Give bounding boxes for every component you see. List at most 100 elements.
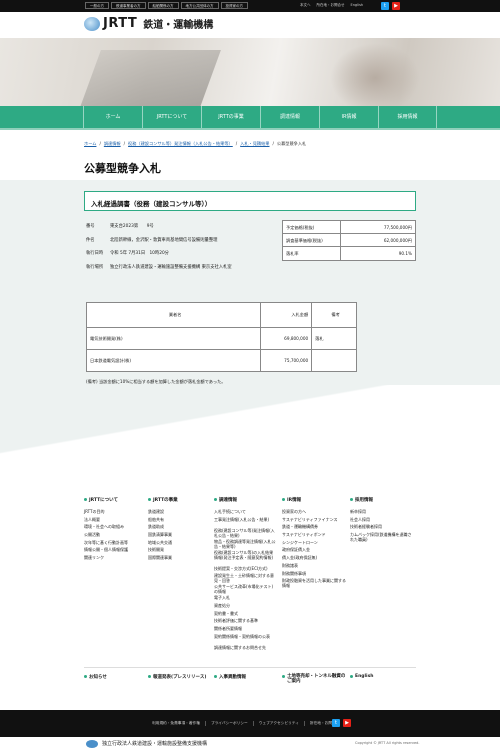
nav-stripe <box>0 128 500 130</box>
contact-link[interactable]: 所在地・お問合せ <box>317 3 345 8</box>
footer-english-link[interactable]: English <box>350 674 373 679</box>
footer-land-link[interactable]: 土地等売却・トンネル融資のご案内 <box>282 674 346 684</box>
top-utility-bar: 一般の方 鉄道事業者の方 船舶関係の方 地方公共団体の方 投資家の方 本文へ 所… <box>0 0 500 12</box>
footer-personnel-link[interactable]: 入事異動情報 <box>214 674 246 680</box>
privacy-link[interactable]: プライバシーポリシー <box>204 721 253 726</box>
footer-link[interactable]: 役務(建設コンサル等)発注情報(入札公告・結果) <box>214 528 276 539</box>
page-title: 公募型競争入札 <box>84 162 161 175</box>
footer-press-link[interactable]: 報道発表(プレスリリース) <box>148 674 206 680</box>
footer-col-title[interactable]: 採用情報 <box>350 497 414 503</box>
footer-link[interactable]: 新卒採用 <box>350 509 414 517</box>
price-value: 90.1% <box>398 251 412 256</box>
accessibility-link[interactable]: ウェブアクセシビリティ <box>252 721 304 726</box>
nav-about[interactable]: JRTTについて <box>142 106 201 128</box>
nav-procurement[interactable]: 調達情報 <box>260 106 319 128</box>
audience-link[interactable]: 地方公共団体の方 <box>180 2 219 9</box>
footer-divider <box>84 667 416 668</box>
footer-col-title[interactable]: IR情報 <box>282 497 346 503</box>
logo-mark-icon <box>84 16 100 31</box>
info-label: 番号 <box>86 224 95 229</box>
logo-jp: 鉄道・運輸機構 <box>143 20 214 31</box>
breadcrumb: ホーム / 調達情報 / 役務（建設コンサル等）発注情報（入札公告・結果等） / 入札… <box>84 141 307 147</box>
audience-links: 一般の方 鉄道事業者の方 船舶関係の方 地方公共団体の方 投資家の方 <box>85 2 248 9</box>
nav-home[interactable]: ホーム <box>83 106 142 128</box>
english-link[interactable]: English <box>351 3 364 8</box>
site-logo[interactable]: JRTT 鉄道・運輸機構 <box>84 16 213 31</box>
footer-col-title[interactable]: JRTTについて <box>84 497 144 503</box>
footer-link[interactable]: 入札手続について <box>214 509 276 517</box>
footer-link[interactable]: 契約関係情報・契約情報の公表 <box>214 634 276 645</box>
footer-link[interactable]: 環境・社会への取組み <box>84 524 144 532</box>
footer-link[interactable]: 国鉄清算事業 <box>148 532 208 540</box>
footer-link[interactable]: 建設発生土・土砂情報に対する意見・回答 <box>214 573 276 584</box>
footer-news-link[interactable]: お知らせ <box>84 674 107 680</box>
nav-recruit[interactable]: 採用情報 <box>378 106 437 128</box>
tender-info: 番号 東支台2023第 9号 件名 北陸新幹線，金沢駅・敦賀車両基地間信号設備則… <box>86 223 310 277</box>
footer-link[interactable]: 関連リンク <box>84 555 144 563</box>
info-value: 令和 5年 7月31日 10時20分 <box>110 251 169 256</box>
footer-link[interactable]: 調達情報に関するお問合せ先 <box>214 645 276 653</box>
price-label: 落札率 <box>283 247 341 260</box>
footer-link[interactable]: 技術者経験者採用 <box>350 524 414 532</box>
breadcrumb-link[interactable]: 調達情報 <box>104 141 121 147</box>
footer-col-title[interactable]: JRTTの事業 <box>148 497 208 503</box>
info-row: 執行場所 独立行政法人鉄道建設・運輸施設整備支援機構 東京支社入札室 <box>86 264 310 278</box>
footer-link[interactable]: 鉄道建設 <box>148 509 208 517</box>
footer-link[interactable]: 債入金(政府保証無) <box>282 555 346 563</box>
price-row: 調査基準価格(税抜) 62,000,000円 <box>283 234 415 247</box>
footer-link[interactable]: 公開活動 <box>84 532 144 540</box>
info-row: 執行日時 令和 5年 7月31日 10時20分 <box>86 250 310 264</box>
footer-col-title[interactable]: 調達情報 <box>214 497 276 503</box>
audience-link[interactable]: 船舶関係の方 <box>147 2 179 9</box>
audience-link[interactable]: 一般の方 <box>85 2 109 9</box>
youtube-icon[interactable]: ▶ <box>343 719 351 727</box>
footer-link[interactable]: サステナビリティボンド <box>282 532 346 540</box>
hero-image <box>0 38 500 106</box>
footer-bottom: 独立行政法人鉄道建設・運輸施設整備支援機構 Copyright © JRTT A… <box>0 737 500 748</box>
youtube-icon[interactable]: ▶ <box>392 2 400 10</box>
footer-link[interactable]: 資産処分 <box>214 603 276 611</box>
table-row: 電気技術開発(株) 69,800,000 落札 <box>85 327 357 350</box>
bid-amount: 69,800,000 <box>260 327 313 350</box>
footer-link[interactable]: 工事発注情報(入札公告・結果) <box>214 517 276 528</box>
footer-link[interactable]: 財政投融資を活用した事業に関する情報 <box>282 578 346 589</box>
footer-link[interactable]: 政府保証債入金 <box>282 547 346 555</box>
info-row: 番号 東支台2023第 9号 <box>86 223 310 237</box>
footer-link[interactable]: 鉄道助成 <box>148 524 208 532</box>
price-value: 77,500,000円 <box>383 225 412 230</box>
info-row: 件名 北陸新幹線，金沢駅・敦賀車両基地間信号設備則量整理 <box>86 237 310 251</box>
logo-text: JRTT <box>103 16 138 31</box>
audience-link[interactable]: 鉄道事業者の方 <box>111 2 146 9</box>
footer-link[interactable]: JRTTの目的 <box>84 509 144 517</box>
footer-link[interactable]: 関係者所要情報 <box>214 626 276 634</box>
footer-org-name: 独立行政法人鉄道建設・運輸施設整備支援機構 <box>102 741 208 747</box>
footer-link[interactable]: 情報公開・個人情報保護 <box>84 547 144 555</box>
nav-ir[interactable]: IR情報 <box>319 106 378 128</box>
footer-link[interactable]: 技術開発 <box>148 547 208 555</box>
audience-link[interactable]: 投資家の方 <box>220 2 248 9</box>
footer-link[interactable]: 技術者評価に関する基準 <box>214 618 276 626</box>
footer-link[interactable]: 投資家の方へ <box>282 509 346 517</box>
nav-business[interactable]: JRTTの事業 <box>201 106 260 128</box>
column-header: 入札金額 <box>260 302 313 328</box>
breadcrumb-link[interactable]: ホーム <box>84 141 96 147</box>
twitter-icon[interactable]: t <box>332 719 340 727</box>
price-row: 予定価格(税抜) 77,500,000円 <box>283 221 415 234</box>
footer-link[interactable]: 公共サービス改革(市場化テスト)の情報 <box>214 584 276 595</box>
bid-amount: 75,700,000 <box>260 349 313 372</box>
skip-to-content-link[interactable]: 本文へ <box>300 3 311 8</box>
twitter-icon[interactable]: t <box>381 2 389 10</box>
copyright: Copyright © JRTT All rights reserved. <box>355 741 420 745</box>
footer-link[interactable]: 電子入札 <box>214 595 276 603</box>
footer-link[interactable]: 鉄道・運輸機構債券 <box>282 524 346 532</box>
footer-link[interactable]: 国際関連事業 <box>148 555 208 563</box>
footer-link[interactable]: 物品・役務調達等発注情報(入札公告・結果等) <box>214 539 276 550</box>
terms-link[interactable]: 利用規約・免責事項・著作権 <box>147 721 205 726</box>
breadcrumb-link[interactable]: 入札・見積結果 <box>240 141 269 147</box>
price-table: 予定価格(税抜) 77,500,000円 調査基準価格(税抜) 62,000,0… <box>282 220 416 261</box>
footer-link[interactable]: 財務諸表 <box>282 563 346 571</box>
footer-link[interactable]: カムバック採用(鉄道機構を退職された職員) <box>350 532 414 543</box>
footer-link[interactable]: 役務(建設コンサル等)の入札結果情報(発注予定表・随意契約情報) <box>214 550 276 566</box>
breadcrumb-link[interactable]: 役務（建設コンサル等）発注情報（入札公告・結果等） <box>128 141 233 147</box>
footer-col-procurement: 調達情報 入札手続について 工事発注情報(入札公告・結果) 役務(建設コンサル等… <box>214 497 276 653</box>
